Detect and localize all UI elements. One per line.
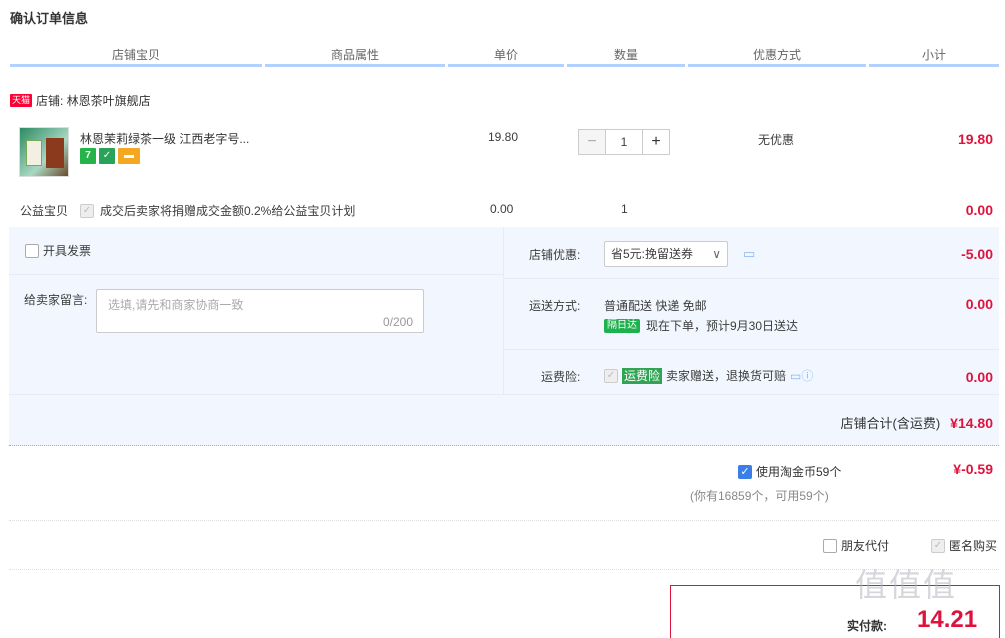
charity-option: ✓ 成交后卖家将捐赠成交金额0.2%给公益宝贝计划 bbox=[80, 202, 355, 219]
shop-name[interactable]: 店铺: 林恩茶叶旗舰店 bbox=[36, 92, 151, 109]
col-header-subtotal: 小计 bbox=[921, 48, 946, 62]
header-underline bbox=[567, 64, 685, 67]
shipping-eta: 现在下单，预计9月30日送达 bbox=[646, 319, 799, 333]
shop-total-label: 店铺合计(含运费) bbox=[840, 416, 941, 431]
insurance-label: 运费险: bbox=[541, 370, 581, 384]
panel-divider bbox=[9, 274, 503, 275]
header-underline bbox=[448, 64, 564, 67]
col-header-discount: 优惠方式 bbox=[752, 48, 801, 62]
quantity-stepper[interactable]: − 1 + bbox=[578, 129, 670, 155]
discount-method: 无优惠 bbox=[758, 133, 795, 147]
charity-quantity: 1 bbox=[621, 202, 628, 216]
shop-row: 天猫 店铺: 林恩茶叶旗舰店 bbox=[10, 92, 151, 109]
col-header-item: 店铺宝贝 bbox=[111, 48, 160, 62]
friend-pay-checkbox[interactable] bbox=[823, 538, 837, 553]
card-icon[interactable]: ▬ bbox=[118, 148, 140, 164]
col-header-qty: 数量 bbox=[613, 48, 638, 62]
charity-label: 公益宝贝 bbox=[20, 204, 69, 218]
seven-day-return-icon[interactable]: 7 bbox=[80, 148, 96, 164]
panel-divider bbox=[9, 394, 999, 395]
insurance-tag: 运费险 bbox=[622, 367, 663, 384]
product-title[interactable]: 林恩茉莉绿茶一级 江西老字号... bbox=[80, 130, 249, 147]
shipping-label: 运送方式: bbox=[529, 299, 581, 313]
quantity-increase-button[interactable]: + bbox=[642, 129, 670, 155]
page-title: 确认订单信息 bbox=[10, 11, 89, 26]
quantity-decrease-button[interactable]: − bbox=[578, 129, 606, 155]
charity-price: 0.00 bbox=[490, 202, 514, 216]
panel-divider bbox=[504, 278, 999, 279]
message-textarea[interactable]: 选填,请先和商家协商一致 0/200 bbox=[96, 289, 424, 333]
message-label: 给卖家留言: bbox=[24, 293, 88, 307]
shipping-eta-row: 隔日达 现在下单，预计9月30日送达 bbox=[604, 317, 798, 334]
service-icons: 7 ✓ ▬ bbox=[80, 148, 140, 164]
header-underline bbox=[10, 64, 262, 67]
insurance-checkbox: ✓ bbox=[604, 368, 618, 383]
insurance-amount: 0.00 bbox=[965, 369, 993, 385]
shop-discount-value: 省5元:挽留送券 bbox=[611, 247, 694, 261]
coins-amount: ¥-0.59 bbox=[953, 461, 993, 477]
shop-total-row: 店铺合计(含运费) ¥14.80 bbox=[841, 413, 994, 432]
shipping-method: 普通配送 快递 免邮 bbox=[604, 299, 707, 313]
divider bbox=[9, 520, 999, 521]
shop-total-value: ¥14.80 bbox=[950, 414, 993, 431]
header-underline bbox=[688, 64, 866, 67]
divider bbox=[9, 569, 999, 570]
item-subtotal: 19.80 bbox=[957, 131, 993, 147]
message-bubble-icon[interactable]: ▭ bbox=[743, 246, 755, 262]
header-underline bbox=[265, 64, 445, 67]
help-icon[interactable]: ▭ⓘ bbox=[790, 367, 813, 384]
panel-divider bbox=[503, 227, 504, 394]
invoice-checkbox[interactable] bbox=[25, 243, 39, 258]
coins-option[interactable]: ✓ 使用淘金币59个 bbox=[738, 463, 841, 480]
charity-subtotal: 0.00 bbox=[965, 202, 993, 218]
shipping-amount: 0.00 bbox=[965, 296, 993, 312]
final-value: 14.21 bbox=[917, 606, 978, 633]
col-header-attr: 商品属性 bbox=[330, 48, 379, 62]
shop-discount-amount: -5.00 bbox=[961, 246, 993, 262]
anonymous-label: 匿名购买 bbox=[949, 539, 998, 553]
anonymous-checkbox[interactable]: ✓ bbox=[931, 538, 945, 553]
next-day-tag: 隔日达 bbox=[604, 318, 640, 333]
charity-checkbox: ✓ bbox=[80, 203, 94, 218]
unit-price: 19.80 bbox=[488, 130, 519, 144]
charity-text: 成交后卖家将捐赠成交金额0.2%给公益宝贝计划 bbox=[100, 204, 356, 218]
header-underline bbox=[869, 64, 999, 67]
product-image[interactable] bbox=[19, 127, 69, 177]
shop-discount-label: 店铺优惠: bbox=[529, 248, 581, 262]
anonymous-option[interactable]: ✓ 匿名购买 bbox=[931, 537, 997, 554]
tmall-icon: 天猫 bbox=[10, 94, 33, 107]
friend-pay-option[interactable]: 朋友代付 bbox=[823, 537, 889, 554]
quantity-input[interactable]: 1 bbox=[606, 129, 642, 155]
coins-label: 使用淘金币59个 bbox=[756, 465, 842, 479]
insurance-text: 卖家赠送，退换货可赔 bbox=[666, 369, 787, 383]
final-label: 实付款: bbox=[847, 619, 887, 633]
panel-divider bbox=[504, 349, 999, 350]
watermark: 值值值 bbox=[855, 567, 958, 603]
shield-icon[interactable]: ✓ bbox=[99, 148, 115, 164]
friend-pay-label: 朋友代付 bbox=[841, 539, 890, 553]
message-placeholder: 选填,请先和商家协商一致 bbox=[108, 298, 244, 312]
insurance-option: ✓ 运费险 卖家赠送，退换货可赔 ▭ⓘ bbox=[604, 367, 813, 384]
shop-discount-select[interactable]: 省5元:挽留送券 ∨ bbox=[604, 241, 728, 267]
invoice-option[interactable]: 开具发票 bbox=[25, 242, 91, 259]
invoice-label: 开具发票 bbox=[43, 244, 92, 258]
chevron-down-icon: ∨ bbox=[712, 247, 721, 261]
col-header-price: 单价 bbox=[493, 48, 518, 62]
coins-note: (你有16859个，可用59个) bbox=[690, 489, 829, 503]
message-counter: 0/200 bbox=[382, 315, 413, 329]
coins-checkbox[interactable]: ✓ bbox=[738, 464, 752, 479]
